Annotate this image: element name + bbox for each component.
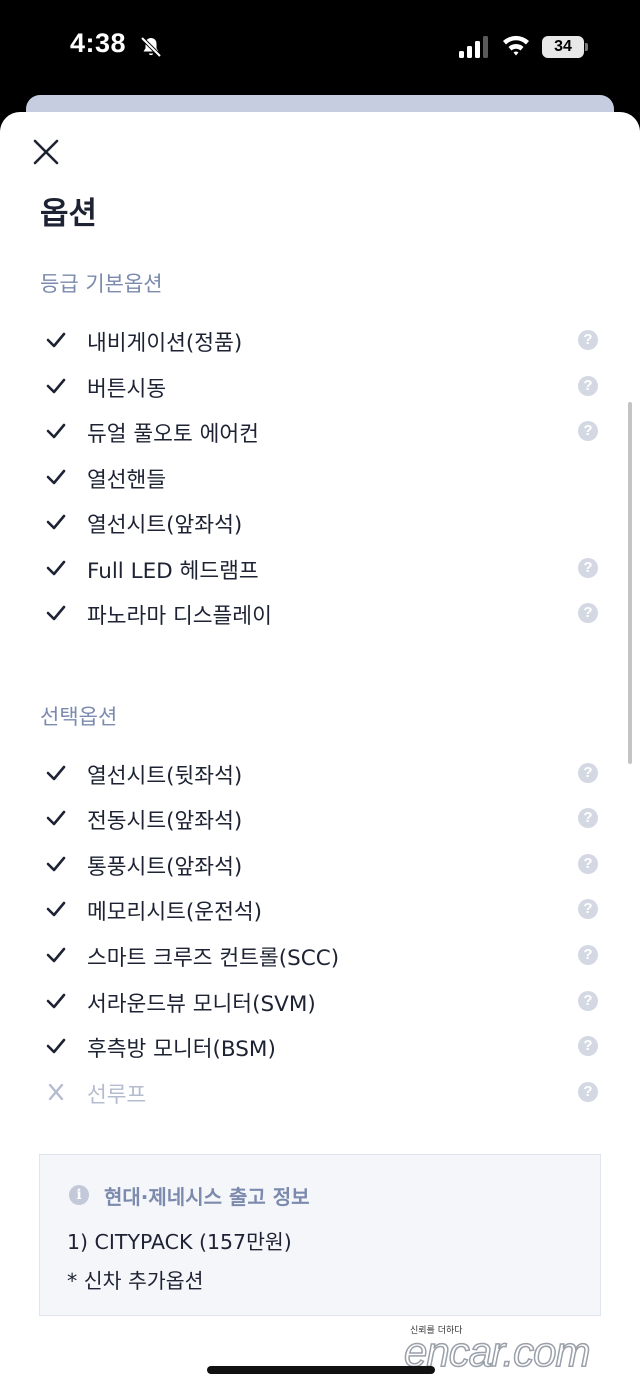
- check-icon: [46, 765, 66, 781]
- wifi-icon: [503, 35, 529, 56]
- help-icon[interactable]: ?: [578, 558, 598, 578]
- option-label: 듀얼 풀오토 에어컨: [87, 422, 259, 447]
- help-icon[interactable]: ?: [578, 945, 598, 965]
- option-label: 후측방 모니터(BSM): [87, 1037, 276, 1062]
- option-label: 메모리시트(운전석): [87, 900, 263, 925]
- option-label: 열선시트(앞좌석): [87, 513, 243, 538]
- check-icon: [46, 947, 66, 963]
- option-row: 스마트 크루즈 컨트롤(SCC) ?: [40, 935, 600, 975]
- check-icon: [46, 423, 66, 439]
- info-line: * 신차 추가옵션: [67, 1269, 204, 1293]
- battery-level: 34: [542, 36, 584, 58]
- status-time: 4:38: [70, 28, 127, 58]
- page-title: 옵션: [40, 196, 98, 232]
- option-label: 내비게이션(정품): [87, 331, 243, 356]
- option-label: 서라운드뷰 모니터(SVM): [87, 992, 316, 1017]
- option-label: 버튼시동: [87, 377, 167, 402]
- section-title-selected: 선택옵션: [40, 705, 118, 729]
- option-row: 열선핸들: [40, 457, 600, 497]
- option-row: 버튼시동 ?: [40, 366, 600, 406]
- option-row: 내비게이션(정품) ?: [40, 320, 600, 360]
- option-row: 후측방 모니터(BSM) ?: [40, 1026, 600, 1066]
- help-icon[interactable]: ?: [578, 421, 598, 441]
- option-row: 메모리시트(운전석) ?: [40, 889, 600, 929]
- option-row-disabled: 선루프 ?: [40, 1072, 600, 1112]
- battery-icon: 34: [542, 36, 588, 58]
- help-icon[interactable]: ?: [578, 899, 598, 919]
- help-icon[interactable]: ?: [578, 808, 598, 828]
- help-icon[interactable]: ?: [578, 854, 598, 874]
- check-icon: [46, 1038, 66, 1054]
- option-row: 서라운드뷰 모니터(SVM) ?: [40, 981, 600, 1021]
- help-icon[interactable]: ?: [578, 763, 598, 783]
- info-icon: i: [69, 1185, 89, 1205]
- x-icon: [48, 1083, 64, 1101]
- check-icon: [46, 560, 66, 576]
- check-icon: [46, 810, 66, 826]
- option-label: 스마트 크루즈 컨트롤(SCC): [87, 946, 340, 971]
- info-title: 현대·제네시스 출고 정보: [104, 1185, 310, 1209]
- release-info-box: i 현대·제네시스 출고 정보 1) CITYPACK (157만원) * 신차…: [39, 1154, 601, 1316]
- check-icon: [46, 901, 66, 917]
- options-sheet: 옵션 등급 기본옵션 내비게이션(정품) ? 버튼시동 ? 듀얼 풀오토 에어컨…: [0, 112, 640, 1387]
- option-row: 전동시트(앞좌석) ?: [40, 798, 600, 838]
- check-icon: [46, 514, 66, 530]
- status-bar: 4:38 34: [0, 0, 640, 95]
- check-icon: [46, 332, 66, 348]
- option-row: Full LED 헤드램프 ?: [40, 548, 600, 588]
- scrollbar-thumb[interactable]: [628, 402, 632, 764]
- option-row: 듀얼 풀오토 에어컨 ?: [40, 411, 600, 451]
- help-icon[interactable]: ?: [578, 330, 598, 350]
- option-label: 열선시트(뒷좌석): [87, 764, 243, 789]
- home-indicator[interactable]: [207, 1366, 435, 1374]
- help-icon[interactable]: ?: [578, 376, 598, 396]
- option-row: 파노라마 디스플레이 ?: [40, 593, 600, 633]
- signal-icon: [459, 36, 488, 58]
- check-icon: [46, 378, 66, 394]
- check-icon: [46, 469, 66, 485]
- check-icon: [46, 993, 66, 1009]
- option-label: 열선핸들: [87, 468, 167, 493]
- close-icon[interactable]: [30, 136, 62, 168]
- info-line: 1) CITYPACK (157만원): [67, 1230, 292, 1254]
- option-label: 파노라마 디스플레이: [87, 604, 272, 629]
- section-title-basic: 등급 기본옵션: [40, 272, 163, 296]
- option-label: 전동시트(앞좌석): [87, 809, 243, 834]
- option-label: 선루프: [87, 1083, 147, 1108]
- help-icon[interactable]: ?: [578, 991, 598, 1011]
- option-label: Full LED 헤드램프: [87, 559, 259, 584]
- help-icon[interactable]: ?: [578, 1082, 598, 1102]
- help-icon[interactable]: ?: [578, 1036, 598, 1056]
- option-label: 통풍시트(앞좌석): [87, 855, 243, 880]
- option-row: 열선시트(앞좌석): [40, 502, 600, 542]
- help-icon[interactable]: ?: [578, 603, 598, 623]
- check-icon: [46, 605, 66, 621]
- bell-muted-icon: [140, 36, 162, 58]
- option-row: 통풍시트(앞좌석) ?: [40, 844, 600, 884]
- option-row: 열선시트(뒷좌석) ?: [40, 753, 600, 793]
- check-icon: [46, 856, 66, 872]
